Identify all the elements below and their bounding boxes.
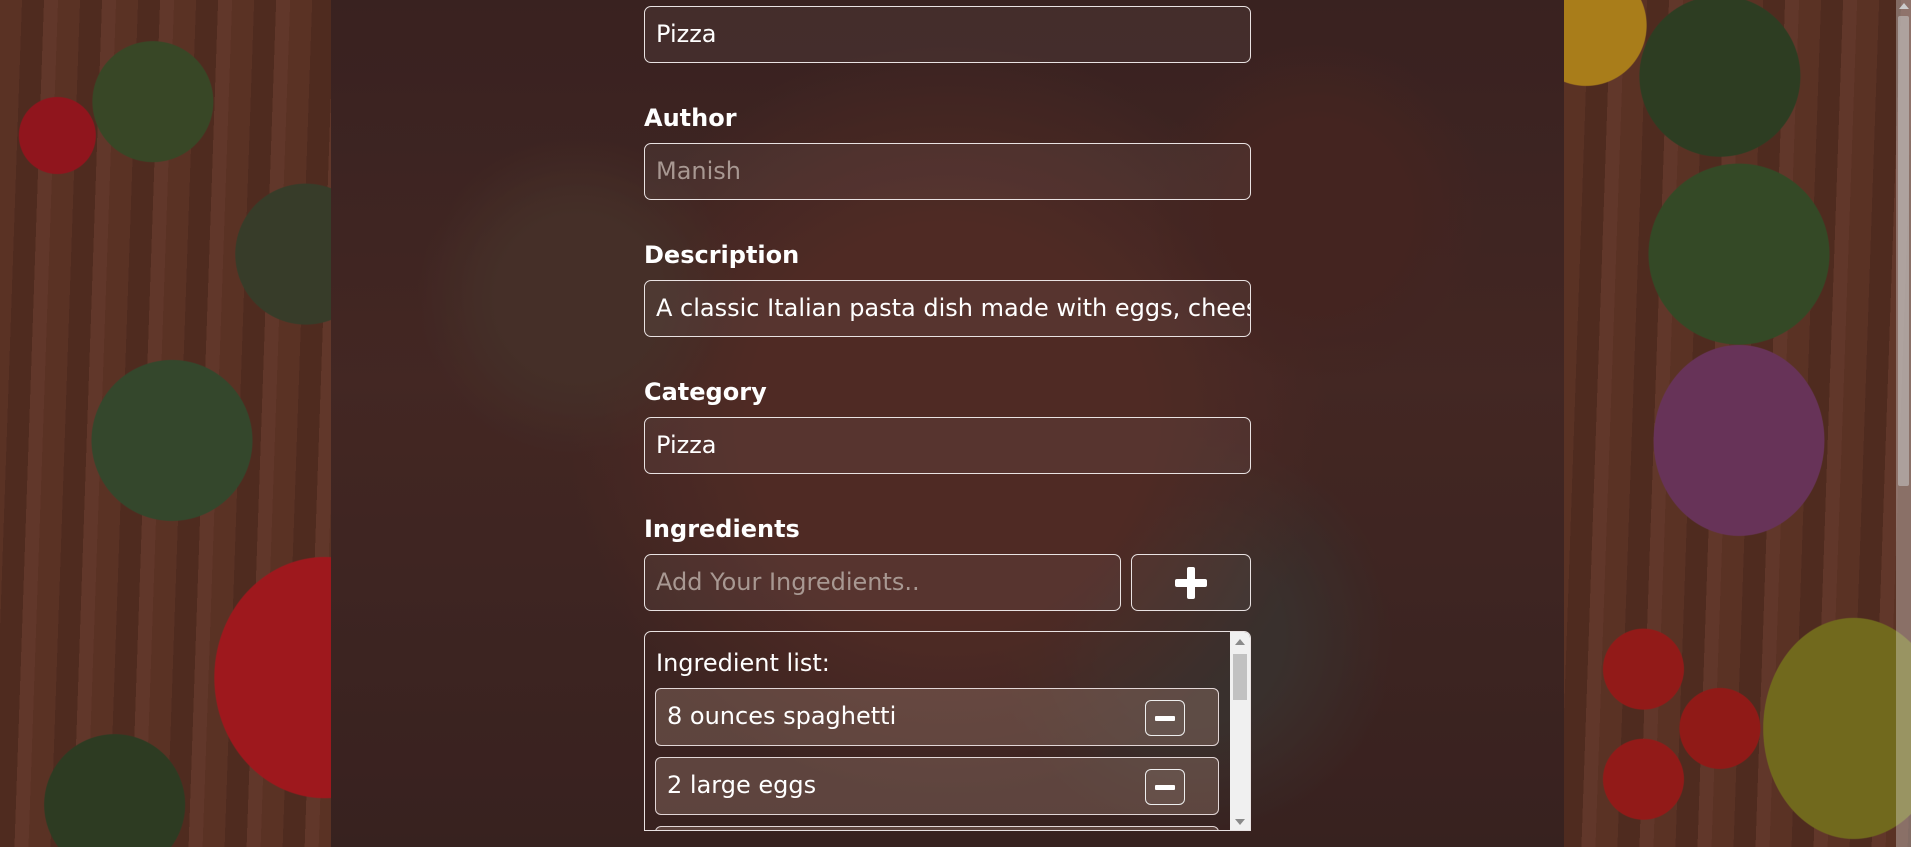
description-input[interactable]: A classic Italian pasta dish made with e…: [644, 280, 1251, 337]
add-ingredient-button[interactable]: [1131, 554, 1251, 611]
ingredient-item-label: 8 ounces spaghetti: [667, 702, 897, 730]
category-label: Category: [644, 378, 767, 406]
category-input[interactable]: Pizza: [644, 417, 1251, 474]
minus-icon: [1155, 784, 1175, 790]
scroll-down-arrow-icon[interactable]: [1235, 819, 1245, 825]
remove-ingredient-button[interactable]: [1145, 769, 1185, 805]
ingredient-list: Ingredient list: 8 ounces spaghetti 2 la…: [644, 631, 1251, 831]
ingredient-item: 2 large eggs: [655, 757, 1219, 815]
title-input-value: Pizza: [656, 20, 717, 48]
ingredient-item-partial: [655, 826, 1219, 830]
author-input[interactable]: Manish: [644, 143, 1251, 200]
ingredient-list-scrollbar[interactable]: [1230, 632, 1250, 830]
page-scrollbar-thumb[interactable]: [1898, 16, 1909, 486]
author-input-placeholder: Manish: [656, 157, 742, 185]
title-input[interactable]: Pizza: [644, 6, 1251, 63]
scroll-up-arrow-icon[interactable]: [1235, 639, 1245, 645]
ingredient-input[interactable]: Add Your Ingredients..: [644, 554, 1121, 611]
author-label: Author: [644, 104, 737, 132]
ingredient-item: 8 ounces spaghetti: [655, 688, 1219, 746]
ingredient-item-label: 2 large eggs: [667, 771, 817, 799]
remove-ingredient-button[interactable]: [1145, 700, 1185, 736]
scrollbar-thumb[interactable]: [1233, 654, 1247, 700]
plus-icon: [1175, 566, 1207, 599]
description-label: Description: [644, 241, 800, 269]
description-input-value: A classic Italian pasta dish made with e…: [656, 294, 1250, 322]
page-scrollbar[interactable]: [1896, 0, 1911, 847]
category-input-value: Pizza: [656, 431, 717, 459]
minus-icon: [1155, 715, 1175, 721]
ingredients-label: Ingredients: [644, 515, 800, 543]
page-scroll-up-arrow-icon[interactable]: [1899, 3, 1909, 9]
ingredient-list-title: Ingredient list:: [656, 649, 830, 677]
ingredient-input-placeholder: Add Your Ingredients..: [656, 568, 920, 596]
